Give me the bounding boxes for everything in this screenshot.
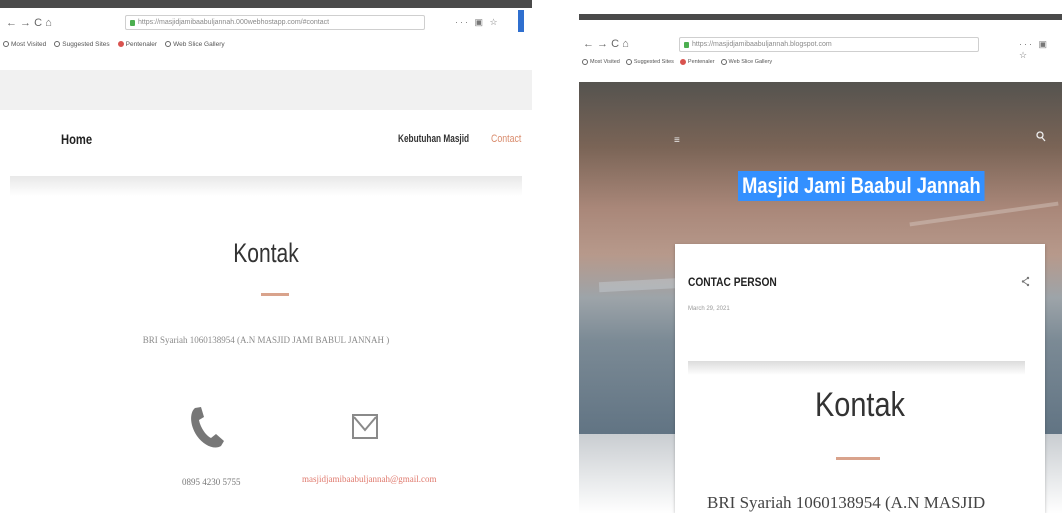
nav-contact-link[interactable]: Contact: [491, 133, 521, 145]
right-screenshot: ← → C ⌂ https://masjidjamibaabuljannah.b…: [579, 14, 1062, 513]
globe-icon: [720, 58, 727, 65]
bookmark-icon: [679, 58, 686, 65]
globe-icon: [54, 41, 61, 47]
address-bar-url: https://masjidjamibaabuljannah.blogspot.…: [692, 41, 832, 48]
bookmark-web-slice-gallery[interactable]: Web Slice Gallery: [720, 58, 772, 65]
embedded-navbar-shadow: [688, 361, 1025, 375]
bookmark-suggested-sites[interactable]: Suggested Sites: [625, 58, 674, 65]
address-bar[interactable]: https://masjidjamibaabuljannah.blogspot.…: [679, 37, 979, 52]
browser-tab-strip: [0, 0, 532, 8]
lock-icon: [130, 19, 135, 26]
menu-icon[interactable]: ≡: [674, 135, 680, 146]
post-heading: Kontak: [815, 386, 905, 424]
title-divider: [261, 293, 289, 296]
globe-icon: [165, 41, 172, 47]
share-icon[interactable]: [1021, 276, 1030, 287]
browser-page-actions[interactable]: ··· ▣ ☆: [455, 17, 500, 28]
bookmark-suggested-sites[interactable]: Suggested Sites: [54, 41, 110, 48]
heading-divider: [836, 457, 880, 460]
bookmark-pentenaler[interactable]: Pentenaler: [679, 58, 715, 65]
sky-streak: [909, 201, 1059, 227]
bookmark-icon: [117, 41, 124, 47]
gear-icon: [582, 58, 588, 65]
browser-nav-buttons[interactable]: ← → C ⌂: [583, 38, 629, 50]
email-link[interactable]: masjidjamibaabuljannah@gmail.com: [302, 474, 437, 484]
gear-icon: [3, 41, 9, 47]
blog-title[interactable]: Masjid Jami Baabul Jannah: [738, 171, 985, 201]
page-title: Kontak: [233, 238, 299, 268]
address-bar[interactable]: https://masjidjamibaabuljannah.000webhos…: [125, 15, 425, 30]
post-card: CONTAC PERSON March 29, 2021 Kontak BRI …: [675, 244, 1045, 513]
bookmark-most-visited[interactable]: Most Visited: [582, 58, 620, 65]
browser-nav-buttons[interactable]: ← → C ⌂: [6, 17, 52, 29]
bank-account-text: BRI Syariah 1060138954 (A.N MASJID JAMI …: [142, 335, 390, 345]
browser-tab-strip: [579, 14, 1062, 20]
bookmark-most-visited[interactable]: Most Visited: [3, 41, 46, 48]
post-date: March 29, 2021: [688, 306, 730, 312]
mail-icon: [352, 414, 378, 439]
globe-icon: [625, 58, 632, 65]
left-screenshot: ← → C ⌂ https://masjidjamibaabuljannah.0…: [0, 0, 532, 513]
address-bar-url: https://masjidjamibaabuljannah.000webhos…: [138, 19, 330, 26]
phone-number[interactable]: 0895 4230 5755: [182, 477, 241, 487]
nav-home-link[interactable]: Home: [61, 131, 92, 147]
extension-icon[interactable]: [518, 10, 524, 32]
navbar-shadow: [10, 176, 522, 196]
post-title[interactable]: CONTAC PERSON: [688, 275, 777, 289]
phone-icon: [191, 407, 224, 448]
bookmark-pentenaler[interactable]: Pentenaler: [117, 41, 157, 48]
lock-icon: [684, 41, 689, 48]
search-icon[interactable]: [1036, 131, 1046, 143]
bookmark-web-slice-gallery[interactable]: Web Slice Gallery: [165, 41, 225, 48]
bookmarks-bar: Most Visited Suggested Sites Pentenaler …: [0, 38, 532, 50]
page-top-band: [0, 70, 532, 110]
post-bank-text: BRI Syariah 1060138954 (A.N MASJID: [707, 493, 986, 512]
bookmarks-bar: Most Visited Suggested Sites Pentenaler …: [579, 56, 1062, 67]
nav-kebutuhan-link[interactable]: Kebutuhan Masjid: [398, 133, 469, 145]
